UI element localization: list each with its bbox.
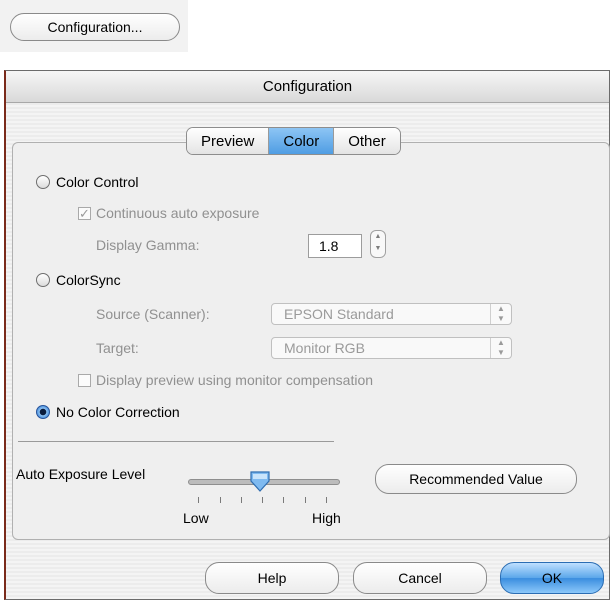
display-preview-checkbox[interactable]: Display preview using monitor compensati…: [78, 372, 373, 388]
target-value: Monitor RGB: [284, 340, 365, 356]
target-row: Target:: [96, 340, 139, 356]
colorsync-radio[interactable]: ColorSync: [36, 272, 121, 288]
tab-control: Preview Color Other: [186, 127, 401, 155]
slider-max-label: High: [312, 510, 341, 526]
dialog-title: Configuration: [6, 71, 609, 103]
display-preview-label: Display preview using monitor compensati…: [96, 372, 374, 388]
checkbox[interactable]: [78, 373, 91, 387]
slider-tick: [326, 497, 327, 503]
recommended-value-button[interactable]: Recommended Value: [375, 464, 577, 494]
gamma-stepper[interactable]: ▲ ▼: [370, 230, 386, 258]
auto-exposure-label: Auto Exposure Level: [16, 466, 146, 482]
cancel-button[interactable]: Cancel: [353, 562, 487, 594]
updown-arrows-icon: ▲ ▼: [490, 304, 511, 324]
continuous-auto-exposure-checkbox[interactable]: ✓ Continuous auto exposure: [78, 205, 259, 221]
source-select[interactable]: EPSON Standard ▲ ▼: [271, 303, 512, 325]
source-value: EPSON Standard: [284, 306, 394, 322]
slider-tick: [220, 497, 221, 503]
configuration-button[interactable]: Configuration...: [10, 13, 180, 41]
stepper-up-icon[interactable]: ▲: [371, 231, 385, 243]
top-toolbar: Configuration...: [0, 0, 188, 52]
slider-tick: [198, 497, 199, 503]
slider-tick: [305, 497, 306, 503]
target-label: Target:: [96, 340, 139, 356]
radio-button[interactable]: [36, 175, 50, 189]
radio-button[interactable]: [36, 405, 50, 419]
low-label: Low: [183, 510, 209, 526]
color-control-label: Color Control: [56, 174, 139, 190]
radio-button[interactable]: [36, 273, 50, 287]
tab-color[interactable]: Color: [269, 128, 335, 154]
updown-arrows-icon: ▲ ▼: [490, 338, 511, 358]
no-color-correction-radio[interactable]: No Color Correction: [36, 404, 180, 420]
separator: [18, 441, 334, 442]
slider-tick: [262, 497, 263, 503]
source-label: Source (Scanner):: [96, 306, 210, 322]
checkmark-icon[interactable]: ✓: [78, 206, 91, 220]
display-gamma-label: Display Gamma:: [96, 237, 200, 253]
display-gamma-row: Display Gamma:: [96, 237, 199, 253]
high-label: High: [312, 510, 341, 526]
color-control-radio[interactable]: Color Control: [36, 174, 138, 190]
tab-preview[interactable]: Preview: [187, 128, 270, 154]
slider-tick: [283, 497, 284, 503]
stepper-down-icon[interactable]: ▼: [371, 243, 385, 255]
ok-button[interactable]: OK: [500, 562, 604, 594]
colorsync-label: ColorSync: [56, 272, 121, 288]
auto-exposure-row: Auto Exposure Level: [16, 466, 145, 482]
display-gamma-field[interactable]: 1.8: [308, 234, 362, 258]
tab-other[interactable]: Other: [334, 128, 400, 154]
source-row: Source (Scanner):: [96, 306, 210, 322]
slider-thumb[interactable]: [249, 470, 271, 492]
help-button[interactable]: Help: [205, 562, 339, 594]
no-color-correction-label: No Color Correction: [56, 404, 180, 420]
target-select[interactable]: Monitor RGB ▲ ▼: [271, 337, 512, 359]
slider-min-label: Low: [183, 510, 209, 526]
slider-tick: [241, 497, 242, 503]
continuous-auto-exposure-label: Continuous auto exposure: [96, 205, 260, 221]
